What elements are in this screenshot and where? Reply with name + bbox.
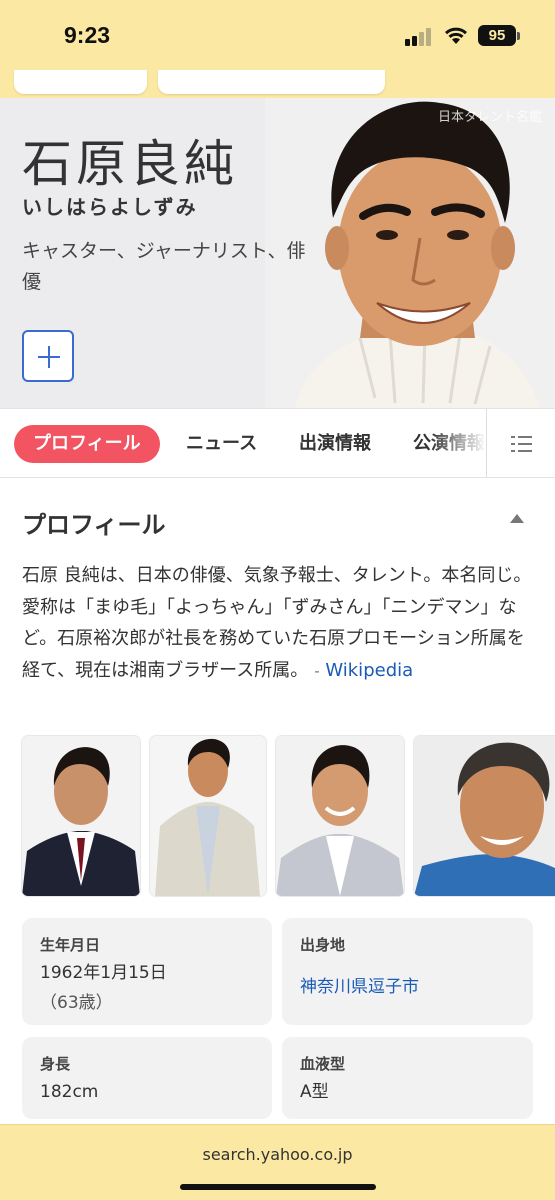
blood-type-card: 血液型 A型 — [282, 1037, 533, 1119]
name-reading: いしはらよしずみ — [22, 195, 198, 219]
top-card-2[interactable] — [158, 70, 385, 94]
url-text[interactable]: search.yahoo.co.jp — [0, 1145, 555, 1164]
blood-type-label: 血液型 — [300, 1055, 346, 1073]
collapse-arrow-icon[interactable] — [510, 514, 524, 523]
tab-profile[interactable]: プロフィール — [14, 425, 160, 463]
profile-hero: 日本タレント名鑑 石原良純 いしはらよしずみ キャスター、ジャーナリスト、俳優 — [0, 98, 555, 408]
wifi-icon — [445, 27, 467, 44]
birth-date-card: 生年月日 1962年1月15日 （63歳） — [22, 918, 272, 1025]
height-label: 身長 — [40, 1055, 71, 1073]
tab-news[interactable]: ニュース — [186, 425, 257, 463]
photo-thumbnail-4[interactable] — [414, 736, 555, 896]
height-card: 身長 182cm — [22, 1037, 272, 1119]
profile-text: 石原 良純は、日本の俳優、気象予報士、タレント。本名同じ。愛称は「まゆ毛」「よっ… — [22, 565, 532, 681]
birthplace-card: 出身地 神奈川県逗子市 — [282, 918, 533, 1025]
height-value: 182cm — [40, 1082, 99, 1102]
profile-description: 石原 良純は、日本の俳優、気象予報士、タレント。本名同じ。愛称は「まゆ毛」「よっ… — [22, 560, 532, 687]
profile-section-title: プロフィール — [22, 511, 166, 539]
battery-icon: 95 — [478, 25, 516, 46]
occupation-description: キャスター、ジャーナリスト、俳優 — [22, 240, 306, 293]
browser-address-bar: search.yahoo.co.jp — [0, 1124, 555, 1200]
photo-thumbnail-3[interactable] — [276, 736, 404, 896]
birth-date-label: 生年月日 — [40, 936, 101, 954]
birthplace-label: 出身地 — [300, 936, 346, 954]
home-indicator[interactable] — [180, 1184, 376, 1190]
add-button[interactable] — [22, 330, 74, 382]
top-card-strip — [0, 70, 555, 98]
age-value: （63歳） — [40, 993, 113, 1013]
battery-tip — [517, 32, 520, 40]
image-credit: 日本タレント名鑑 — [438, 110, 543, 125]
tab-appearances[interactable]: 出演情報 — [299, 425, 371, 463]
birth-date-value: 1962年1月15日 — [40, 963, 167, 983]
wikipedia-link[interactable]: Wikipedia — [325, 660, 413, 681]
birthplace-link[interactable]: 神奈川県逗子市 — [300, 974, 419, 1001]
tab-menu-icon[interactable] — [486, 409, 555, 477]
blood-type-value: A型 — [300, 1082, 329, 1102]
person-name: 石原良純 — [22, 135, 238, 193]
photo-thumbnail-1[interactable] — [22, 736, 140, 896]
status-bar: 9:23 95 — [0, 0, 555, 70]
source-separator: - — [314, 661, 320, 680]
tab-bar: プロフィール ニュース 出演情報 公演情報 — [0, 408, 555, 478]
top-card-1[interactable] — [14, 70, 147, 94]
tabs-fade — [430, 409, 486, 477]
photo-thumbnail-2[interactable] — [150, 736, 266, 896]
cellular-signal-icon — [405, 28, 435, 46]
status-time: 9:23 — [64, 22, 111, 48]
